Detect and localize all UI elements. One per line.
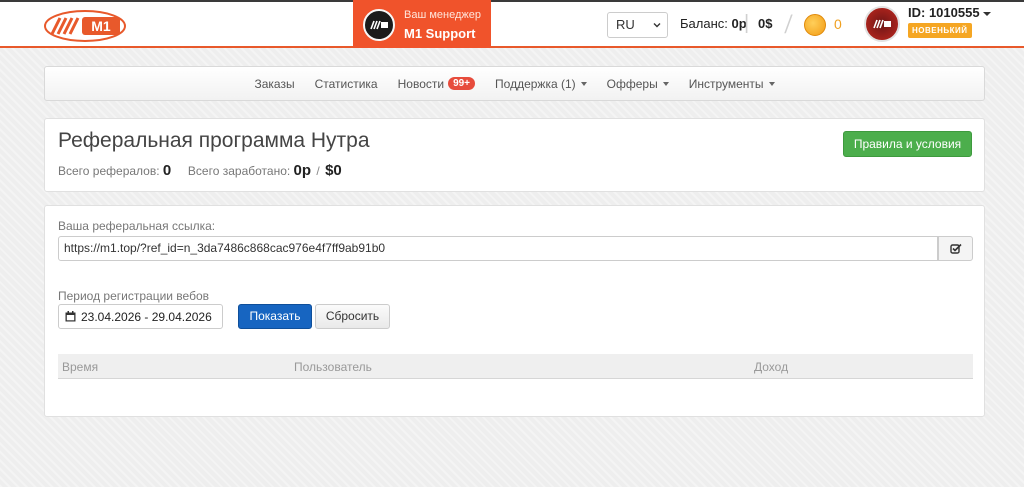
referrals-table-header: Время Пользователь Доход [58,354,973,379]
calendar-icon [65,311,76,322]
reset-button[interactable]: Сбросить [315,304,390,329]
referrals-count: 0 [162,162,172,179]
referral-link-label: Ваша реферальная ссылка: [58,219,216,233]
coin-icon[interactable] [804,14,826,36]
user-avatar[interactable] [864,6,900,42]
manager-label: Ваш менеджер [404,9,481,21]
top-header: M1 Ваш менеджер M1 Support RU Баланс: 0р… [0,0,1024,48]
user-id-dropdown[interactable]: ID: 1010555 [908,5,991,20]
manager-name: M1 Support [404,26,476,41]
main-nav: Заказы Статистика Новости 99+ Поддержка (… [44,66,985,101]
nav-tools-label: Инструменты [688,76,764,91]
caret-down-icon [982,11,991,16]
coin-separator: | [782,12,796,34]
user-level-badge: НОВЕНЬКИЙ [908,23,972,38]
earned-usd: $0 [325,162,342,179]
language-select[interactable]: RU [607,12,668,38]
date-range-picker[interactable]: 23.04.2026 - 29.04.2026 [58,304,223,329]
coin-balance: 0 [834,16,842,32]
language-value: RU [616,17,635,32]
news-count-badge: 99+ [448,77,476,90]
user-id: ID: 1010555 [908,5,980,20]
date-range-value: 23.04.2026 - 29.04.2026 [81,309,212,324]
balance-display: Баланс: 0р [680,16,747,31]
referral-stats: Всего рефералов: 0 Всего заработано: 0р … [58,162,342,179]
chevron-down-icon [653,23,661,28]
column-income[interactable]: Доход [754,360,788,374]
copy-link-button[interactable] [938,236,973,261]
referrals-label: Всего рефералов: [58,164,160,178]
top-border [0,0,1024,2]
balance-usd: 0$ [758,16,773,31]
column-time[interactable]: Время [62,360,98,374]
caret-down-icon [580,81,587,86]
nav-statistics[interactable]: Статистика [305,77,388,91]
earned-rub: 0р [293,162,312,179]
nav-news[interactable]: Новости 99+ [388,77,485,91]
page-title: Реферальная программа Нутра [58,129,370,152]
m1-logo[interactable]: M1 [44,10,126,42]
referral-panel: Ваша реферальная ссылка: https://m1.top/… [44,205,985,417]
nav-statistics-label: Статистика [314,76,378,91]
nav-orders[interactable]: Заказы [244,77,304,91]
earned-separator: / [316,164,320,178]
manager-panel[interactable]: Ваш менеджер M1 Support [353,0,491,48]
nav-support-label: Поддержка (1) [495,76,576,91]
manager-avatar [363,9,395,41]
m1-mini-icon [370,20,388,30]
balance-separator: | [744,12,750,34]
nav-tools[interactable]: Инструменты [679,77,785,91]
m1-avatar-icon [873,19,891,29]
rules-button[interactable]: Правила и условия [843,131,972,157]
summary-panel: Реферальная программа Нутра Всего рефера… [44,118,985,192]
nav-orders-label: Заказы [254,76,295,91]
show-button[interactable]: Показать [238,304,312,329]
earned-label: Всего заработано: [187,164,291,178]
balance-label: Баланс: [680,16,728,31]
nav-offers[interactable]: Офферы [597,77,679,91]
caret-down-icon [662,81,669,86]
svg-text:M1: M1 [91,18,111,34]
edit-check-icon [949,243,962,254]
nav-offers-label: Офферы [606,76,658,91]
referral-link-input[interactable]: https://m1.top/?ref_id=n_3da7486c868cac9… [58,236,938,261]
caret-down-icon [768,81,775,86]
period-label: Период регистрации вебов [58,289,210,303]
nav-news-label: Новости [397,76,445,91]
nav-support[interactable]: Поддержка (1) [485,77,597,91]
column-user[interactable]: Пользователь [294,360,372,374]
